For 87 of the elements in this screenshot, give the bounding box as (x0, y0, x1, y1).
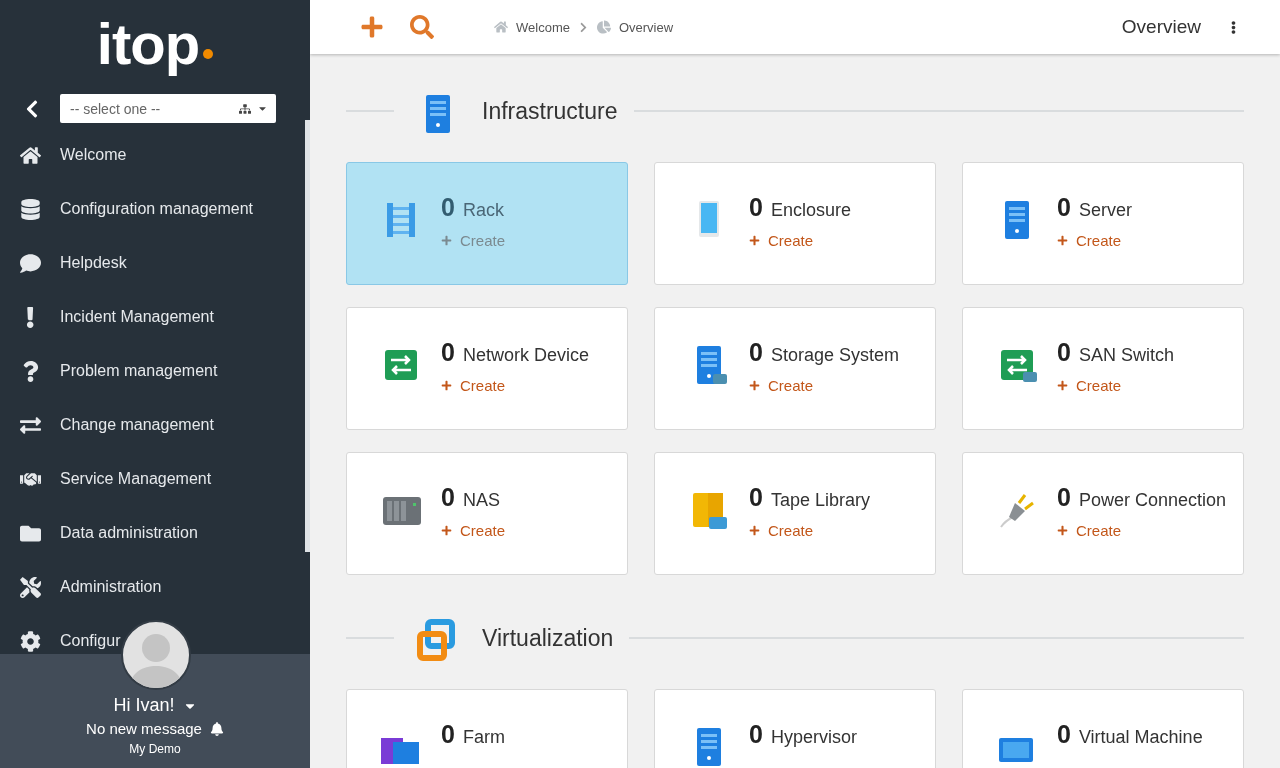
create-link[interactable]: Create (1057, 232, 1132, 249)
section-title: Virtualization (482, 624, 614, 652)
menu-item[interactable]: Helpdesk (0, 251, 127, 275)
tools-icon (19, 576, 41, 598)
plus-icon (749, 235, 760, 246)
object-count: 0 (441, 720, 455, 749)
plus-icon (1057, 380, 1068, 391)
object-count: 0 (1057, 338, 1071, 367)
create-link[interactable]: Create (749, 232, 851, 249)
object-count: 0 (441, 483, 455, 512)
home-icon (19, 144, 41, 166)
object-count: 0 (1057, 483, 1071, 512)
gear-icon (19, 630, 41, 652)
object-count: 0 (441, 193, 455, 222)
page-title: Overview (1121, 16, 1201, 38)
object-count: 0 (441, 338, 455, 367)
object-name[interactable]: Hypervisor (770, 727, 857, 748)
pie-icon (596, 20, 611, 34)
object-count: 0 (749, 720, 763, 749)
object-card[interactable]: 0 SAN Switch Create (962, 307, 1244, 430)
organization-name: My Demo (129, 742, 181, 756)
object-name[interactable]: Power Connection (1078, 490, 1226, 511)
object-name[interactable]: Farm (462, 727, 505, 748)
object-count: 0 (749, 483, 763, 512)
object-count: 0 (1057, 720, 1071, 749)
plus-icon (1057, 235, 1068, 246)
home-icon (494, 20, 508, 34)
add-button[interactable] (360, 15, 384, 39)
object-count: 0 (749, 338, 763, 367)
breadcrumb-link[interactable]: Welcome (516, 19, 570, 35)
object-name[interactable]: Storage System (770, 345, 899, 366)
object-card[interactable]: 0 Storage System Create (654, 307, 936, 430)
object-name[interactable]: NAS (462, 490, 500, 511)
create-link[interactable]: Create (441, 377, 589, 394)
menu-item[interactable]: Configuration management (0, 197, 253, 221)
menu-item[interactable]: Service Management (0, 467, 212, 491)
search-button[interactable] (410, 15, 434, 39)
section-title: Infrastructure (482, 97, 618, 125)
exchange-icon (19, 414, 41, 436)
object-name[interactable]: Network Device (462, 345, 589, 366)
object-name[interactable]: Server (1078, 200, 1132, 221)
comment-icon (19, 252, 41, 274)
object-card[interactable]: 0 Server Create (962, 162, 1244, 285)
database-icon (19, 198, 41, 220)
object-card[interactable]: 0 Virtual Machine (962, 689, 1244, 768)
exclamation-icon (25, 306, 35, 328)
plus-icon (749, 380, 760, 391)
organization-select[interactable]: -- select one -- (60, 94, 276, 123)
object-name[interactable]: Enclosure (770, 200, 851, 221)
message-status: No new message (86, 720, 202, 737)
menu-item[interactable]: Welcome (0, 143, 127, 167)
object-name[interactable]: Tape Library (770, 490, 870, 511)
object-card[interactable]: 0 Tape Library Create (654, 452, 936, 575)
object-name[interactable]: Rack (462, 200, 504, 221)
object-card[interactable]: 0 Enclosure Create (654, 162, 936, 285)
menu-item[interactable]: Configur (0, 629, 121, 653)
user-menu-button[interactable]: Hi Ivan! (113, 695, 197, 716)
plus-icon (441, 380, 452, 391)
plus-icon (441, 525, 452, 536)
plus-icon (441, 235, 452, 246)
object-name[interactable]: SAN Switch (1078, 345, 1174, 366)
object-count: 0 (749, 193, 763, 222)
object-name[interactable]: Virtual Machine (1078, 727, 1203, 748)
plus-icon (749, 525, 760, 536)
object-card[interactable]: 0 Network Device Create (346, 307, 628, 430)
menu-item[interactable]: Problem management (0, 359, 218, 383)
menu-item[interactable]: Change management (0, 413, 214, 437)
logo-dot (203, 49, 214, 59)
menu-item[interactable]: Administration (0, 575, 162, 599)
hierarchy-icon (239, 102, 251, 115)
breadcrumb-link[interactable]: Overview (618, 19, 674, 35)
menu-item[interactable]: Data administration (0, 521, 198, 545)
object-card[interactable]: 0 Rack Create (346, 162, 628, 285)
object-card[interactable]: 0 Power Connection Create (962, 452, 1244, 575)
object-card[interactable]: 0 Farm (346, 689, 628, 768)
object-count: 0 (1057, 193, 1071, 222)
plus-icon (1057, 525, 1068, 536)
bell-icon[interactable] (209, 721, 224, 736)
menu-item[interactable]: Incident Management (0, 305, 214, 329)
create-link[interactable]: Create (749, 522, 870, 539)
create-link[interactable]: Create (441, 522, 506, 539)
scrollbar[interactable] (305, 120, 310, 552)
create-link[interactable]: Create (749, 377, 899, 394)
object-card[interactable]: 0 Hypervisor (654, 689, 936, 768)
create-link[interactable]: Create (1057, 522, 1226, 539)
create-link[interactable]: Create (1057, 377, 1174, 394)
object-card[interactable]: 0 NAS Create (346, 452, 628, 575)
